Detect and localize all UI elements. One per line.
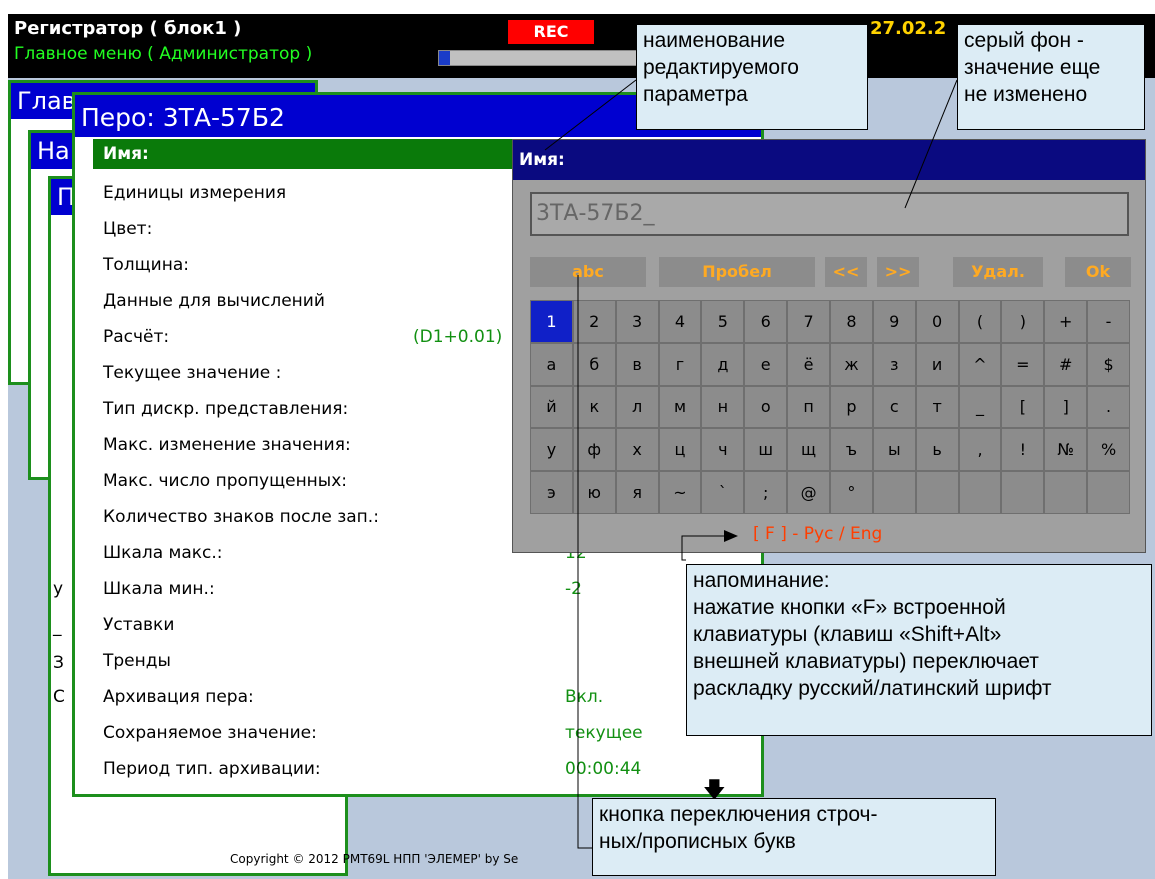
callout-text: не изменено bbox=[964, 83, 1088, 106]
callout-text: нажатие кнопки «F» встроенной bbox=[693, 596, 1006, 619]
callout-line-gray bbox=[904, 79, 958, 209]
callout-line-hint bbox=[681, 535, 725, 561]
callout-case-button: кнопка переключения строч- ных/прописных… bbox=[592, 798, 996, 876]
callout-text: параметра bbox=[643, 83, 748, 106]
callout-text: кнопка переключения строч- bbox=[599, 803, 878, 826]
callout-text: внешней клавиатуры) переключает bbox=[693, 650, 1039, 673]
callout-layout-hint: напоминание: нажатие кнопки «F» встроенн… bbox=[686, 564, 1152, 736]
callout-gray-bg: серый фон - значение еще не изменено bbox=[957, 24, 1145, 130]
callout-line-name bbox=[544, 79, 637, 151]
screen: Регистратор ( блок1 ) Главное меню ( Адм… bbox=[0, 0, 1155, 879]
callout-param-name: наименование редактируемого параметра bbox=[636, 24, 868, 130]
callout-text: серый фон - bbox=[964, 29, 1084, 52]
callout-lines bbox=[544, 79, 958, 849]
callout-text: значение еще bbox=[964, 56, 1101, 79]
callout-text: редактируемого bbox=[643, 56, 799, 79]
callout-text: напоминание: bbox=[693, 569, 830, 592]
callout-text: наименование bbox=[643, 29, 786, 52]
callout-text: раскладку русский/латинский шрифт bbox=[693, 677, 1052, 700]
callout-line-case bbox=[577, 275, 592, 849]
callout-arrowhead bbox=[724, 530, 738, 542]
callout-text: клавиатуры (клавиш «Shift+Alt» bbox=[693, 623, 1002, 646]
callout-text: ных/прописных букв bbox=[599, 830, 796, 853]
